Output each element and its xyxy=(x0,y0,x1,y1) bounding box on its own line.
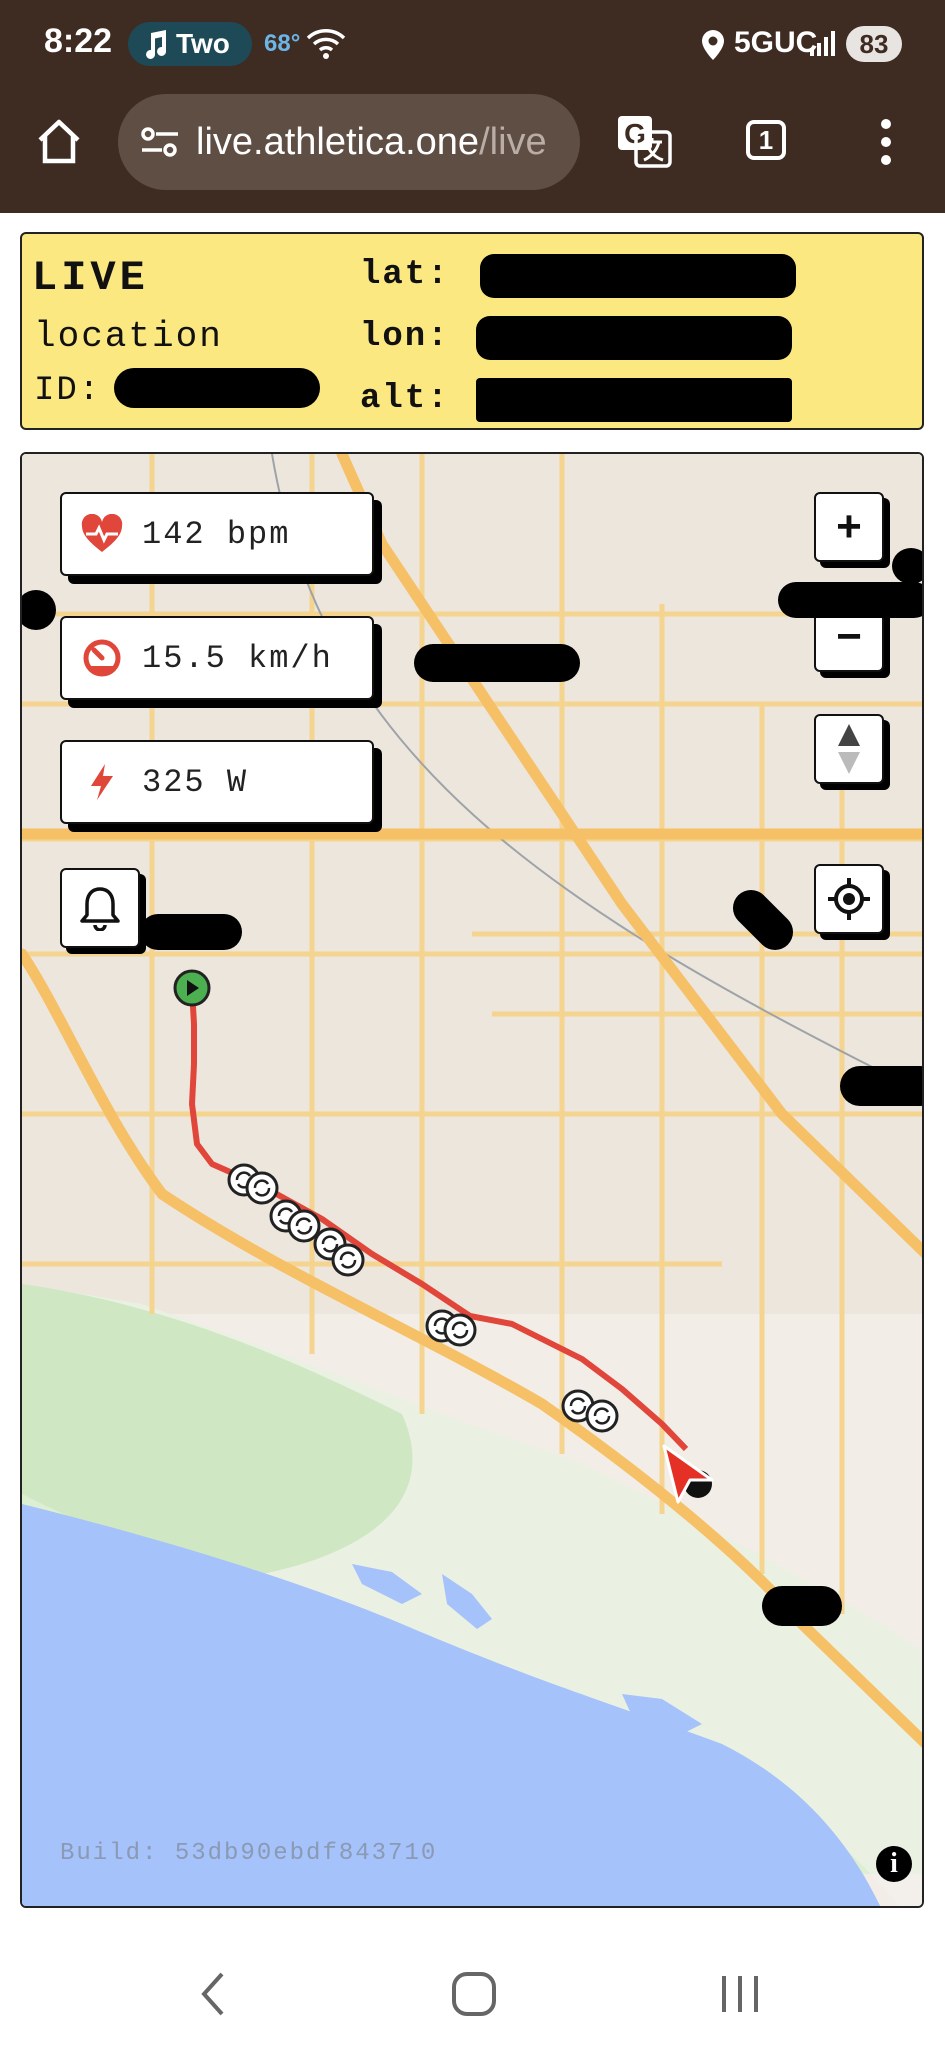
home-icon[interactable] xyxy=(34,116,84,166)
media-label: Two xyxy=(176,28,230,59)
power-value: 325 W xyxy=(142,763,249,801)
map-redaction xyxy=(414,644,580,682)
more-vert-icon[interactable] xyxy=(876,118,896,166)
locate-button[interactable] xyxy=(814,864,884,934)
alt-label: alt: xyxy=(360,380,450,418)
info-icon[interactable]: i xyxy=(876,1846,912,1882)
id-label: ID: xyxy=(34,372,102,410)
battery-indicator: 83 xyxy=(846,26,902,62)
media-indicator[interactable]: Two xyxy=(128,22,252,66)
lat-value-redacted xyxy=(480,254,796,298)
lap-icon[interactable] xyxy=(584,1398,620,1434)
lat-label: lat: xyxy=(360,256,450,294)
back-icon[interactable] xyxy=(196,1970,230,2018)
map-redaction xyxy=(762,1586,842,1626)
live-location-panel: LIVE location ID: lat: lon: alt: xyxy=(20,232,924,430)
clock: 8:22 xyxy=(44,22,113,60)
lightning-icon xyxy=(91,764,113,800)
heart-rate-value: 142 bpm xyxy=(142,515,291,553)
lon-label: lon: xyxy=(360,318,450,356)
recents-icon[interactable] xyxy=(718,1972,762,2016)
bell-icon xyxy=(80,887,120,931)
tune-icon[interactable] xyxy=(140,125,180,159)
map-redaction xyxy=(840,1066,922,1106)
temperature: 68° xyxy=(264,30,301,57)
alerts-button[interactable] xyxy=(60,868,140,948)
speedometer-icon xyxy=(83,639,121,677)
speed-metric: 15.5 km/h xyxy=(60,616,374,700)
map-view[interactable]: 142 bpm 15.5 km/h 325 W + − Build: 53db9… xyxy=(20,452,924,1908)
live-title: LIVE xyxy=(32,254,149,302)
url-domain: live.athletica.one xyxy=(196,120,480,163)
browser-toolbar: live.athletica.one/live G 1 xyxy=(0,88,945,213)
position-arrow-icon[interactable] xyxy=(658,1442,718,1506)
speed-value: 15.5 km/h xyxy=(142,639,333,677)
lap-icon[interactable] xyxy=(330,1242,366,1278)
wifi-icon xyxy=(306,29,346,59)
lon-value-redacted xyxy=(476,316,792,360)
map-redaction xyxy=(778,582,922,618)
heart-icon xyxy=(81,514,123,552)
location-status-icon xyxy=(702,30,724,60)
status-bar: 8:22 Two 68° 5GUC 83 xyxy=(0,0,945,88)
zoom-in-button[interactable]: + xyxy=(814,492,884,562)
address-bar[interactable]: live.athletica.one/live xyxy=(118,94,580,190)
map-redaction xyxy=(892,548,922,584)
url-text[interactable]: live.athletica.one/live xyxy=(196,121,547,164)
tabs-button[interactable]: 1 xyxy=(746,120,786,160)
heart-rate-metric: 142 bpm xyxy=(60,492,374,576)
music-note-icon xyxy=(146,30,167,59)
id-value-redacted xyxy=(114,368,320,408)
locate-icon xyxy=(828,878,870,920)
alt-value-redacted xyxy=(476,378,792,422)
power-metric: 325 W xyxy=(60,740,374,824)
start-icon[interactable] xyxy=(172,968,212,1008)
system-nav-bar xyxy=(0,1940,945,2048)
home-nav-icon[interactable] xyxy=(450,1970,498,2018)
network-type: 5GUC xyxy=(734,26,818,59)
bell-redacted xyxy=(140,914,242,950)
live-subtitle: location xyxy=(34,316,223,357)
lap-icon[interactable] xyxy=(442,1312,478,1348)
translate-icon[interactable]: G xyxy=(616,114,674,170)
compass-icon xyxy=(838,724,860,774)
url-path: /live xyxy=(479,120,547,163)
signal-icon xyxy=(810,31,835,56)
build-label: Build: 53db90ebdf843710 xyxy=(60,1840,438,1867)
compass-button[interactable] xyxy=(814,714,884,784)
